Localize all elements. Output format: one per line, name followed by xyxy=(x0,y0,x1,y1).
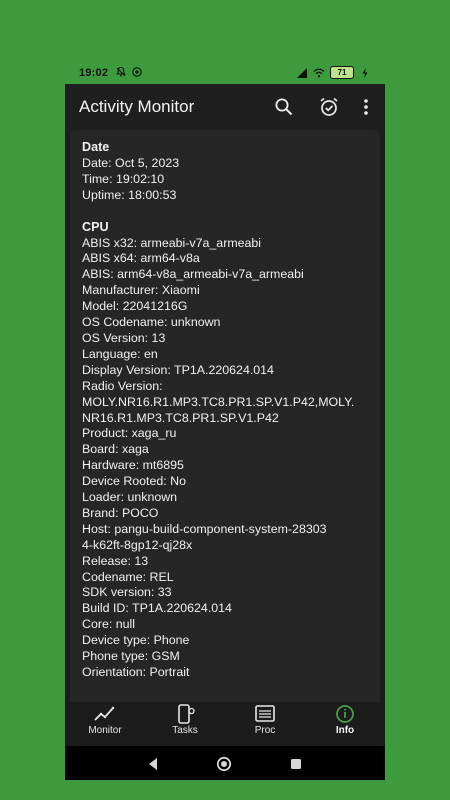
info-line: Date: Oct 5, 2023 xyxy=(82,155,180,170)
chart-line-icon xyxy=(94,706,115,721)
info-line: Language: en xyxy=(82,346,158,361)
section-date: Date Date: Oct 5, 2023 Time: 19:02:10 Up… xyxy=(82,140,374,204)
app-title: Activity Monitor xyxy=(79,97,195,116)
section-cpu: CPU ABIS x32: armeabi-v7a_armeabi ABIS x… xyxy=(82,220,374,681)
back-button[interactable] xyxy=(145,756,161,772)
recents-square-icon xyxy=(291,759,301,769)
info-line: Host: pangu-build-component-system-28303 xyxy=(82,521,327,536)
list-window-icon xyxy=(255,705,275,722)
app-window: Activity Monitor Date Date: Oct 5, 2023 … xyxy=(65,84,385,780)
info-line: Phone type: GSM xyxy=(82,649,180,664)
wifi-icon xyxy=(313,68,325,77)
phone-settings-icon xyxy=(178,704,195,724)
alarm-button[interactable] xyxy=(316,94,342,120)
info-line: Brand: POCO xyxy=(82,505,159,520)
info-line: Release: 13 xyxy=(82,553,149,568)
nav-monitor[interactable]: Monitor xyxy=(65,704,145,746)
info-line: Codename: REL xyxy=(82,569,174,584)
info-line: Core: null xyxy=(82,617,136,632)
nav-label: Tasks xyxy=(172,725,198,736)
info-line: Manufacturer: Xiaomi xyxy=(82,283,200,298)
info-line: Board: xaga xyxy=(82,442,149,457)
alarm-icon xyxy=(320,97,338,116)
charging-icon xyxy=(362,67,368,78)
info-line: Loader: unknown xyxy=(82,490,178,505)
status-bar: 19:02 71 xyxy=(65,62,385,86)
info-line: ABIS: arm64-v8a_armeabi-v7a_armeabi xyxy=(82,267,304,282)
bell-off-icon xyxy=(116,66,126,77)
info-line: OS Codename: unknown xyxy=(82,315,221,330)
info-line: Radio Version: xyxy=(82,378,163,393)
nav-label: Proc xyxy=(254,725,276,736)
info-line: Model: 22041216G xyxy=(82,299,188,314)
nav-info[interactable]: Info xyxy=(305,704,385,746)
info-line: Device type: Phone xyxy=(82,633,190,648)
info-line: NR16.R1.MP3.TC8.PR1.SP.V1.P42 xyxy=(82,410,279,425)
section-title: CPU xyxy=(82,219,109,234)
info-line: Display Version: TP1A.220624.014 xyxy=(82,362,274,377)
app-bar: Activity Monitor xyxy=(65,84,385,132)
info-line: ABIS x32: armeabi-v7a_armeabi xyxy=(82,235,262,250)
system-navigation-bar xyxy=(65,746,385,780)
info-line: Product: xaga_ru xyxy=(82,426,177,441)
home-circle-icon xyxy=(216,756,232,772)
info-line: 4-k62ft-8gp12-qj28x xyxy=(82,537,193,552)
info-line: Build ID: TP1A.220624.014 xyxy=(82,601,232,616)
status-time: 19:02 xyxy=(79,67,109,79)
home-button[interactable] xyxy=(216,756,232,772)
nav-label: Monitor xyxy=(88,725,122,736)
info-line: SDK version: 33 xyxy=(82,585,172,600)
back-triangle-icon xyxy=(149,758,157,770)
signal-icon xyxy=(297,67,307,78)
info-line: Orientation: Portrait xyxy=(82,665,190,679)
info-line: Time: 19:02:10 xyxy=(82,171,165,186)
info-line: MOLY.NR16.R1.MP3.TC8.PR1.SP.V1.P42,MOLY. xyxy=(82,394,355,409)
target-icon xyxy=(132,67,142,77)
search-button[interactable] xyxy=(271,94,297,120)
info-line: ABIS x64: arm64-v8a xyxy=(82,251,200,266)
info-line: Uptime: 18:00:53 xyxy=(82,187,177,202)
status-left-icons xyxy=(115,66,143,78)
info-content: Date Date: Oct 5, 2023 Time: 19:02:10 Up… xyxy=(82,140,374,681)
search-icon xyxy=(275,98,293,116)
info-card: Date Date: Oct 5, 2023 Time: 19:02:10 Up… xyxy=(70,130,380,780)
info-icon xyxy=(336,705,354,723)
info-line: Device Rooted: No xyxy=(82,474,186,489)
nav-label: Info xyxy=(335,725,355,736)
info-line: OS Version: 13 xyxy=(82,330,166,345)
section-title: Date xyxy=(82,140,110,154)
more-vert-icon xyxy=(364,99,368,115)
info-line: Hardware: mt6895 xyxy=(82,458,184,473)
status-right-icons: 71 xyxy=(296,66,371,79)
nav-proc[interactable]: Proc xyxy=(225,704,305,746)
more-options-button[interactable] xyxy=(353,94,379,120)
bottom-navigation: Monitor Tasks Proc Info xyxy=(65,702,385,746)
battery-indicator: 71 xyxy=(330,66,354,79)
recents-button[interactable] xyxy=(288,756,304,772)
nav-tasks[interactable]: Tasks xyxy=(145,704,225,746)
